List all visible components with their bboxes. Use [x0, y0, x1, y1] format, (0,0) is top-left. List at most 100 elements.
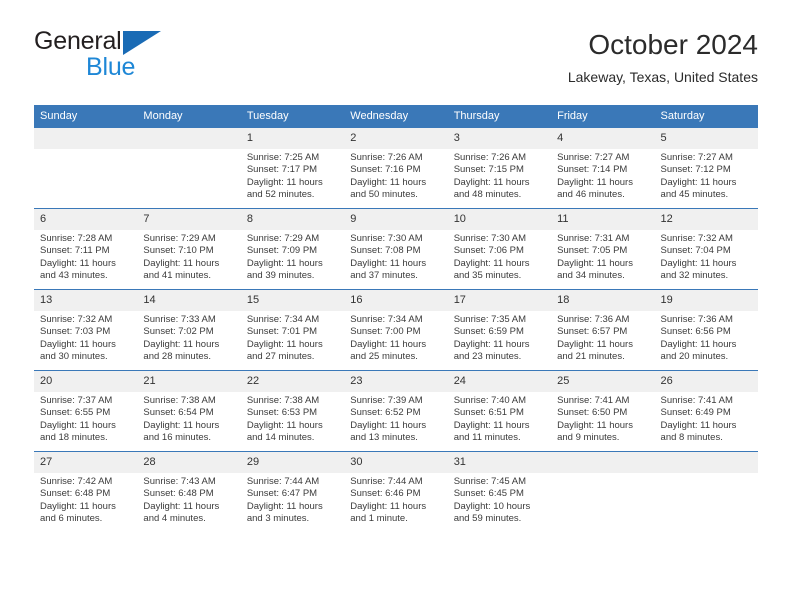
title-block: October 2024 Lakeway, Texas, United Stat… [568, 28, 758, 87]
day-cell[interactable]: 19 Sunrise: 7:36 AM Sunset: 6:56 PM Dayl… [654, 289, 758, 371]
sunrise-text: Sunrise: 7:39 AM [350, 395, 423, 406]
day-details: Sunrise: 7:38 AM Sunset: 6:54 PM Dayligh… [137, 392, 240, 445]
daylight-text-line1: Daylight: 11 hours [350, 257, 427, 269]
weekday-header-monday: Monday [137, 105, 241, 128]
day-number: 22 [240, 371, 345, 392]
sunrise-text: Sunrise: 7:38 AM [143, 395, 216, 406]
day-details: Sunrise: 7:27 AM Sunset: 7:14 PM Dayligh… [551, 149, 654, 202]
day-details: Sunrise: 7:39 AM Sunset: 6:52 PM Dayligh… [344, 392, 447, 445]
day-details [655, 473, 758, 476]
weekday-header-friday: Friday [551, 105, 655, 128]
day-cell[interactable]: 7 Sunrise: 7:29 AM Sunset: 7:10 PM Dayli… [137, 208, 241, 290]
daylight-text-line2: and 20 minutes. [660, 351, 729, 363]
day-cell[interactable]: 3 Sunrise: 7:26 AM Sunset: 7:15 PM Dayli… [447, 127, 552, 209]
daylight-text-line2: and 41 minutes. [143, 270, 212, 282]
day-cell[interactable]: 17 Sunrise: 7:35 AM Sunset: 6:59 PM Dayl… [447, 289, 552, 371]
day-number: 8 [240, 209, 345, 230]
sunset-text: Sunset: 7:05 PM [557, 245, 628, 257]
daylight-text-line1: Daylight: 11 hours [557, 338, 633, 350]
triangle-icon [123, 31, 161, 55]
day-cell[interactable]: 21 Sunrise: 7:38 AM Sunset: 6:54 PM Dayl… [137, 370, 241, 452]
daylight-text-line2: and 46 minutes. [557, 189, 625, 201]
sunset-text: Sunset: 7:00 PM [350, 326, 421, 338]
daylight-text-line1: Daylight: 11 hours [660, 338, 737, 350]
day-number [551, 452, 655, 473]
day-cell[interactable]: 14 Sunrise: 7:33 AM Sunset: 7:02 PM Dayl… [137, 289, 241, 371]
day-cell[interactable]: 13 Sunrise: 7:32 AM Sunset: 7:03 PM Dayl… [34, 289, 138, 371]
sunrise-text: Sunrise: 7:32 AM [660, 233, 733, 244]
day-cell[interactable]: 24 Sunrise: 7:40 AM Sunset: 6:51 PM Dayl… [447, 370, 552, 452]
week-row: 13 Sunrise: 7:32 AM Sunset: 7:03 PM Dayl… [34, 289, 758, 371]
daylight-text-line2: and 21 minutes. [557, 351, 625, 363]
sunset-text: Sunset: 6:57 PM [557, 326, 628, 338]
day-cell[interactable]: 29 Sunrise: 7:44 AM Sunset: 6:47 PM Dayl… [240, 451, 345, 532]
day-details: Sunrise: 7:32 AM Sunset: 7:04 PM Dayligh… [655, 230, 758, 283]
day-cell[interactable]: 1 Sunrise: 7:25 AM Sunset: 7:17 PM Dayli… [240, 127, 345, 209]
day-cell[interactable]: 6 Sunrise: 7:28 AM Sunset: 7:11 PM Dayli… [34, 208, 138, 290]
day-cell[interactable]: 25 Sunrise: 7:41 AM Sunset: 6:50 PM Dayl… [551, 370, 655, 452]
day-cell[interactable] [551, 451, 655, 532]
daylight-text-line2: and 43 minutes. [40, 270, 108, 282]
daylight-text-line1: Daylight: 11 hours [350, 419, 427, 431]
day-details: Sunrise: 7:30 AM Sunset: 7:08 PM Dayligh… [344, 230, 447, 283]
daylight-text-line2: and 11 minutes. [453, 432, 521, 444]
day-cell[interactable]: 10 Sunrise: 7:30 AM Sunset: 7:06 PM Dayl… [447, 208, 552, 290]
day-details: Sunrise: 7:42 AM Sunset: 6:48 PM Dayligh… [34, 473, 137, 526]
sunrise-text: Sunrise: 7:40 AM [453, 395, 527, 406]
sunset-text: Sunset: 7:04 PM [660, 245, 731, 257]
daylight-text-line1: Daylight: 11 hours [246, 419, 323, 431]
day-cell[interactable]: 31 Sunrise: 7:45 AM Sunset: 6:45 PM Dayl… [447, 451, 552, 532]
day-cell[interactable]: 30 Sunrise: 7:44 AM Sunset: 6:46 PM Dayl… [344, 451, 448, 532]
page-title: October 2024 [588, 29, 758, 60]
day-cell[interactable] [654, 451, 758, 532]
day-cell[interactable]: 15 Sunrise: 7:34 AM Sunset: 7:01 PM Dayl… [240, 289, 345, 371]
day-cell[interactable]: 12 Sunrise: 7:32 AM Sunset: 7:04 PM Dayl… [654, 208, 758, 290]
day-details: Sunrise: 7:29 AM Sunset: 7:10 PM Dayligh… [137, 230, 240, 283]
daylight-text-line2: and 37 minutes. [350, 270, 418, 282]
day-cell[interactable]: 22 Sunrise: 7:38 AM Sunset: 6:53 PM Dayl… [240, 370, 345, 452]
daylight-text-line1: Daylight: 11 hours [246, 338, 323, 350]
day-number: 3 [447, 128, 552, 149]
sunrise-text: Sunrise: 7:29 AM [143, 233, 216, 244]
day-cell[interactable]: 26 Sunrise: 7:41 AM Sunset: 6:49 PM Dayl… [654, 370, 758, 452]
page-header: General Blue October 2024 Lakeway, Texas… [34, 28, 758, 98]
day-cell[interactable]: 28 Sunrise: 7:43 AM Sunset: 6:48 PM Dayl… [137, 451, 241, 532]
sunrise-text: Sunrise: 7:38 AM [246, 395, 320, 406]
day-cell[interactable]: 18 Sunrise: 7:36 AM Sunset: 6:57 PM Dayl… [551, 289, 655, 371]
day-cell[interactable]: 20 Sunrise: 7:37 AM Sunset: 6:55 PM Dayl… [34, 370, 138, 452]
day-cell[interactable]: 16 Sunrise: 7:34 AM Sunset: 7:00 PM Dayl… [344, 289, 448, 371]
daylight-text-line1: Daylight: 11 hours [453, 338, 530, 350]
daylight-text-line1: Daylight: 11 hours [350, 500, 427, 512]
daylight-text-line2: and 1 minute. [350, 513, 408, 525]
day-number: 27 [34, 452, 138, 473]
daylight-text-line1: Daylight: 11 hours [143, 338, 220, 350]
daylight-text-line1: Daylight: 11 hours [350, 176, 427, 188]
sunrise-text: Sunrise: 7:43 AM [143, 476, 216, 487]
day-cell[interactable] [34, 127, 138, 209]
calendar-page: General Blue October 2024 Lakeway, Texas… [0, 0, 792, 612]
day-cell[interactable]: 2 Sunrise: 7:26 AM Sunset: 7:16 PM Dayli… [344, 127, 448, 209]
day-details: Sunrise: 7:32 AM Sunset: 7:03 PM Dayligh… [34, 311, 137, 364]
daylight-text-line2: and 3 minutes. [246, 513, 310, 525]
sunset-text: Sunset: 7:01 PM [246, 326, 318, 338]
day-cell[interactable]: 23 Sunrise: 7:39 AM Sunset: 6:52 PM Dayl… [344, 370, 448, 452]
day-details: Sunrise: 7:41 AM Sunset: 6:50 PM Dayligh… [551, 392, 654, 445]
daylight-text-line1: Daylight: 11 hours [246, 257, 323, 269]
sunrise-text: Sunrise: 7:34 AM [350, 314, 423, 325]
day-cell[interactable]: 9 Sunrise: 7:30 AM Sunset: 7:08 PM Dayli… [344, 208, 448, 290]
day-cell[interactable]: 8 Sunrise: 7:29 AM Sunset: 7:09 PM Dayli… [240, 208, 345, 290]
day-cell[interactable]: 27 Sunrise: 7:42 AM Sunset: 6:48 PM Dayl… [34, 451, 138, 532]
day-number: 5 [654, 128, 758, 149]
day-cell[interactable]: 11 Sunrise: 7:31 AM Sunset: 7:05 PM Dayl… [551, 208, 655, 290]
daylight-text-line1: Daylight: 11 hours [660, 419, 737, 431]
day-cell[interactable]: 5 Sunrise: 7:27 AM Sunset: 7:12 PM Dayli… [654, 127, 758, 209]
day-number: 16 [344, 290, 448, 311]
daylight-text-line2: and 39 minutes. [246, 270, 315, 282]
daylight-text-line2: and 6 minutes. [40, 513, 103, 525]
day-number: 26 [654, 371, 758, 392]
sunrise-text: Sunrise: 7:34 AM [246, 314, 320, 325]
day-cell[interactable] [137, 127, 241, 209]
day-number: 9 [344, 209, 448, 230]
day-details: Sunrise: 7:35 AM Sunset: 6:59 PM Dayligh… [448, 311, 551, 364]
day-cell[interactable]: 4 Sunrise: 7:27 AM Sunset: 7:14 PM Dayli… [551, 127, 655, 209]
